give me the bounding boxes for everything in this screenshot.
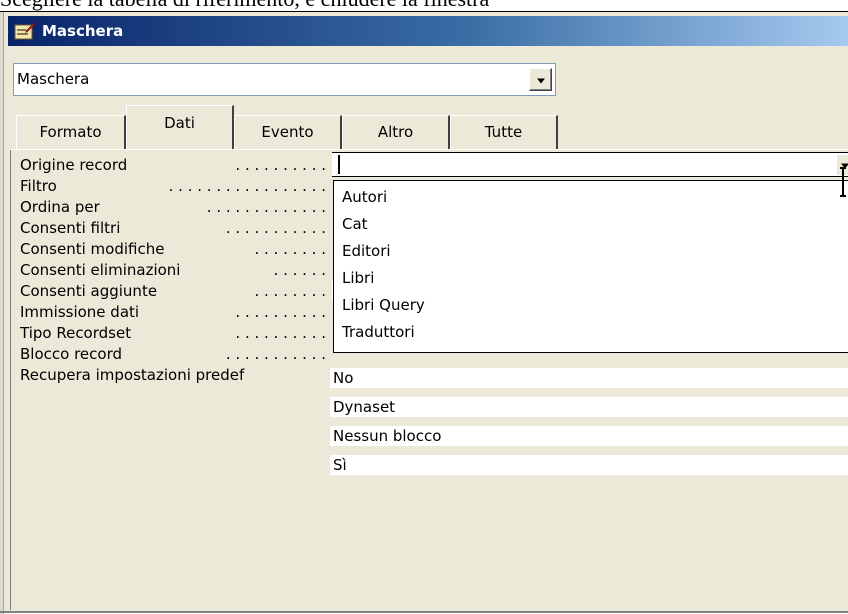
property-label-consenti-filtri[interactable]: Consenti filtri. . . . . . . . . . . <box>20 218 328 239</box>
dropdown-option-libri-query[interactable]: Libri Query <box>342 294 425 316</box>
property-label-consenti-modifiche[interactable]: Consenti modifiche. . . . . . . . <box>20 239 328 260</box>
tab-formato[interactable]: Formato <box>16 115 126 149</box>
property-label-recupera-impostazioni[interactable]: Recupera impostazioni predef <box>20 365 328 386</box>
instruction-caption: Scegliere la tabella di riferimento, e c… <box>0 0 848 11</box>
mouse-cursor-icon <box>840 167 846 197</box>
title-bar[interactable]: Maschera <box>8 16 848 46</box>
tab-altro[interactable]: Altro <box>342 115 450 149</box>
property-grid-edge <box>10 150 11 610</box>
dropdown-option-cat[interactable]: Cat <box>342 213 368 235</box>
property-value-recupera-impostazioni[interactable]: Sì <box>330 455 848 476</box>
tab-strip: Formato Dati Evento Altro Tutte <box>16 105 576 149</box>
object-selector-dropdown-button[interactable] <box>529 68 552 91</box>
origine-record-combo[interactable] <box>332 152 848 177</box>
object-selector-combo[interactable]: Maschera <box>13 63 556 96</box>
property-label-blocco-record[interactable]: Blocco record. . . . . . . . . . . <box>20 344 328 365</box>
window-left-edge <box>0 12 4 614</box>
tab-tutte[interactable]: Tutte <box>450 115 558 149</box>
property-value-tipo-recordset[interactable]: Dynaset <box>330 397 848 418</box>
property-value-immissione-dati[interactable]: No <box>330 368 848 389</box>
window-title: Maschera <box>42 22 124 40</box>
origine-record-dropdown-list: Autori Cat Editori Libri Libri Query Tra… <box>333 180 848 353</box>
tab-evento[interactable]: Evento <box>234 115 342 149</box>
text-caret <box>338 155 340 174</box>
properties-icon <box>14 22 36 40</box>
dropdown-option-editori[interactable]: Editori <box>342 240 391 262</box>
property-label-immissione-dati[interactable]: Immissione dati. . . . . . . . . . <box>20 302 328 323</box>
dropdown-option-autori[interactable]: Autori <box>342 186 387 208</box>
tab-dati[interactable]: Dati <box>126 105 234 149</box>
property-label-consenti-eliminazioni[interactable]: Consenti eliminazioni. . . . . . <box>20 260 328 281</box>
property-label-origine-record[interactable]: Origine record. . . . . . . . . . <box>20 155 328 176</box>
property-label-filtro[interactable]: Filtro. . . . . . . . . . . . . . . . . <box>20 176 328 197</box>
property-label-consenti-aggiunte[interactable]: Consenti aggiunte. . . . . . . . <box>20 281 328 302</box>
dropdown-option-traduttori[interactable]: Traduttori <box>342 321 415 343</box>
dropdown-option-libri[interactable]: Libri <box>342 267 374 289</box>
chevron-down-icon <box>536 78 545 83</box>
property-value-blocco-record[interactable]: Nessun blocco <box>330 426 848 447</box>
object-selector-value: Maschera <box>17 70 90 88</box>
tab-panel-edge <box>10 149 848 150</box>
property-label-ordina-per[interactable]: Ordina per. . . . . . . . . . . . . <box>20 197 328 218</box>
property-label-tipo-recordset[interactable]: Tipo Recordset. . . . . . . . . . <box>20 323 328 344</box>
